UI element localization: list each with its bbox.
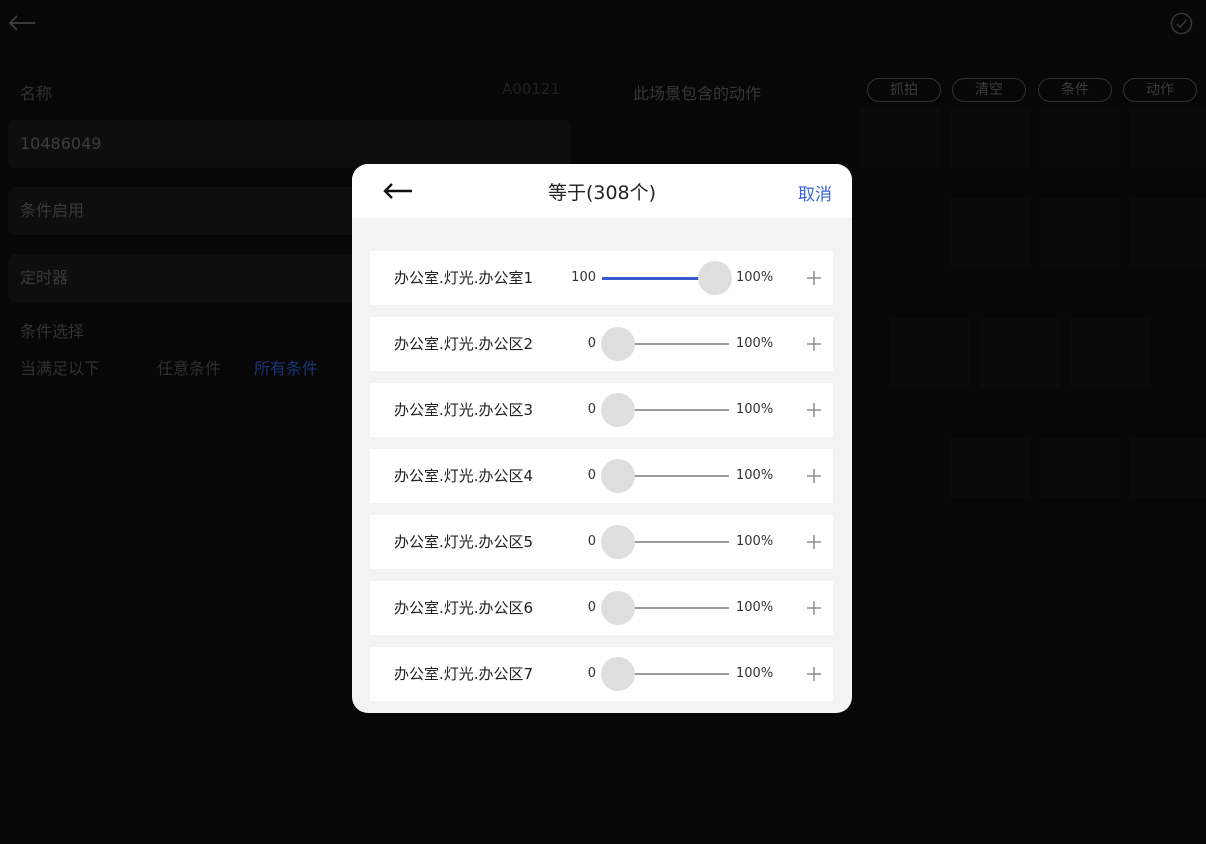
brightness-slider[interactable] <box>601 657 729 691</box>
slider-thumb[interactable] <box>698 261 732 295</box>
slider-value-label: 0 <box>587 666 596 681</box>
slider-max-label: 100% <box>736 666 774 681</box>
brightness-slider[interactable] <box>601 393 729 427</box>
light-value-list: 办公室.灯光.办公室1 100 100% 办公室.灯光.办公区2 0 100% 办公室.灯光… <box>370 251 833 713</box>
slider-thumb[interactable] <box>601 657 635 691</box>
row-name-label: 办公室.灯光.办公区2 <box>394 335 534 353</box>
light-value-row: 办公室.灯光.办公室1 100 100% <box>370 251 833 305</box>
scene-editor-page: 名称 A00121 10486049 条件启用 定时器 条件选择 当满足以下 任… <box>0 0 1206 844</box>
light-value-row: 办公室.灯光.办公区7 0 100% <box>370 647 833 701</box>
slider-thumb[interactable] <box>601 459 635 493</box>
brightness-slider[interactable] <box>601 591 729 625</box>
brightness-slider[interactable] <box>601 525 729 559</box>
row-name-label: 办公室.灯光.办公室1 <box>394 269 534 287</box>
row-name-label: 办公室.灯光.办公区7 <box>394 665 534 683</box>
slider-thumb[interactable] <box>601 525 635 559</box>
row-name-label: 办公室.灯光.办公区3 <box>394 401 534 419</box>
modal-title: 等于(308个) <box>547 182 657 204</box>
brightness-slider[interactable] <box>601 459 729 493</box>
slider-value-label: 0 <box>587 402 596 417</box>
plus-icon[interactable] <box>806 336 822 352</box>
slider-max-label: 100% <box>736 402 774 417</box>
plus-icon[interactable] <box>806 402 822 418</box>
slider-max-label: 100% <box>736 534 774 549</box>
slider-max-label: 100% <box>736 600 774 615</box>
slider-max-label: 100% <box>736 468 774 483</box>
slider-value-label: 0 <box>587 336 596 351</box>
slider-thumb[interactable] <box>601 591 635 625</box>
row-name-label: 办公室.灯光.办公区6 <box>394 599 534 617</box>
light-value-row: 办公室.灯光.办公区5 0 100% <box>370 515 833 569</box>
slider-value-label: 0 <box>587 534 596 549</box>
brightness-slider[interactable] <box>602 261 732 295</box>
slider-value-label: 100 <box>571 270 596 285</box>
plus-icon[interactable] <box>806 666 822 682</box>
slider-max-label: 100% <box>736 336 774 351</box>
light-value-row: 办公室.灯光.办公区6 0 100% <box>370 581 833 635</box>
light-value-row: 办公室.灯光.办公区3 0 100% <box>370 383 833 437</box>
value-select-modal: 等于(308个) 取消 办公室.灯光.办公室1 100 100% 办公室.灯光.办公区… <box>352 164 852 713</box>
slider-thumb[interactable] <box>601 393 635 427</box>
plus-icon[interactable] <box>806 534 822 550</box>
slider-max-label: 100% <box>736 270 774 285</box>
slider-value-label: 0 <box>587 600 596 615</box>
light-value-row: 办公室.灯光.办公区4 0 100% <box>370 449 833 503</box>
row-name-label: 办公室.灯光.办公区4 <box>394 467 534 485</box>
row-name-label: 办公室.灯光.办公区5 <box>394 533 534 551</box>
slider-value-label: 0 <box>587 468 596 483</box>
plus-icon[interactable] <box>806 468 822 484</box>
brightness-slider[interactable] <box>601 327 729 361</box>
plus-icon[interactable] <box>806 600 822 616</box>
light-value-row: 办公室.灯光.办公区2 0 100% <box>370 317 833 371</box>
cancel-button[interactable]: 取消 <box>798 180 832 205</box>
modal-header: 等于(308个) 取消 <box>352 164 852 218</box>
plus-icon[interactable] <box>806 270 822 286</box>
slider-thumb[interactable] <box>601 327 635 361</box>
